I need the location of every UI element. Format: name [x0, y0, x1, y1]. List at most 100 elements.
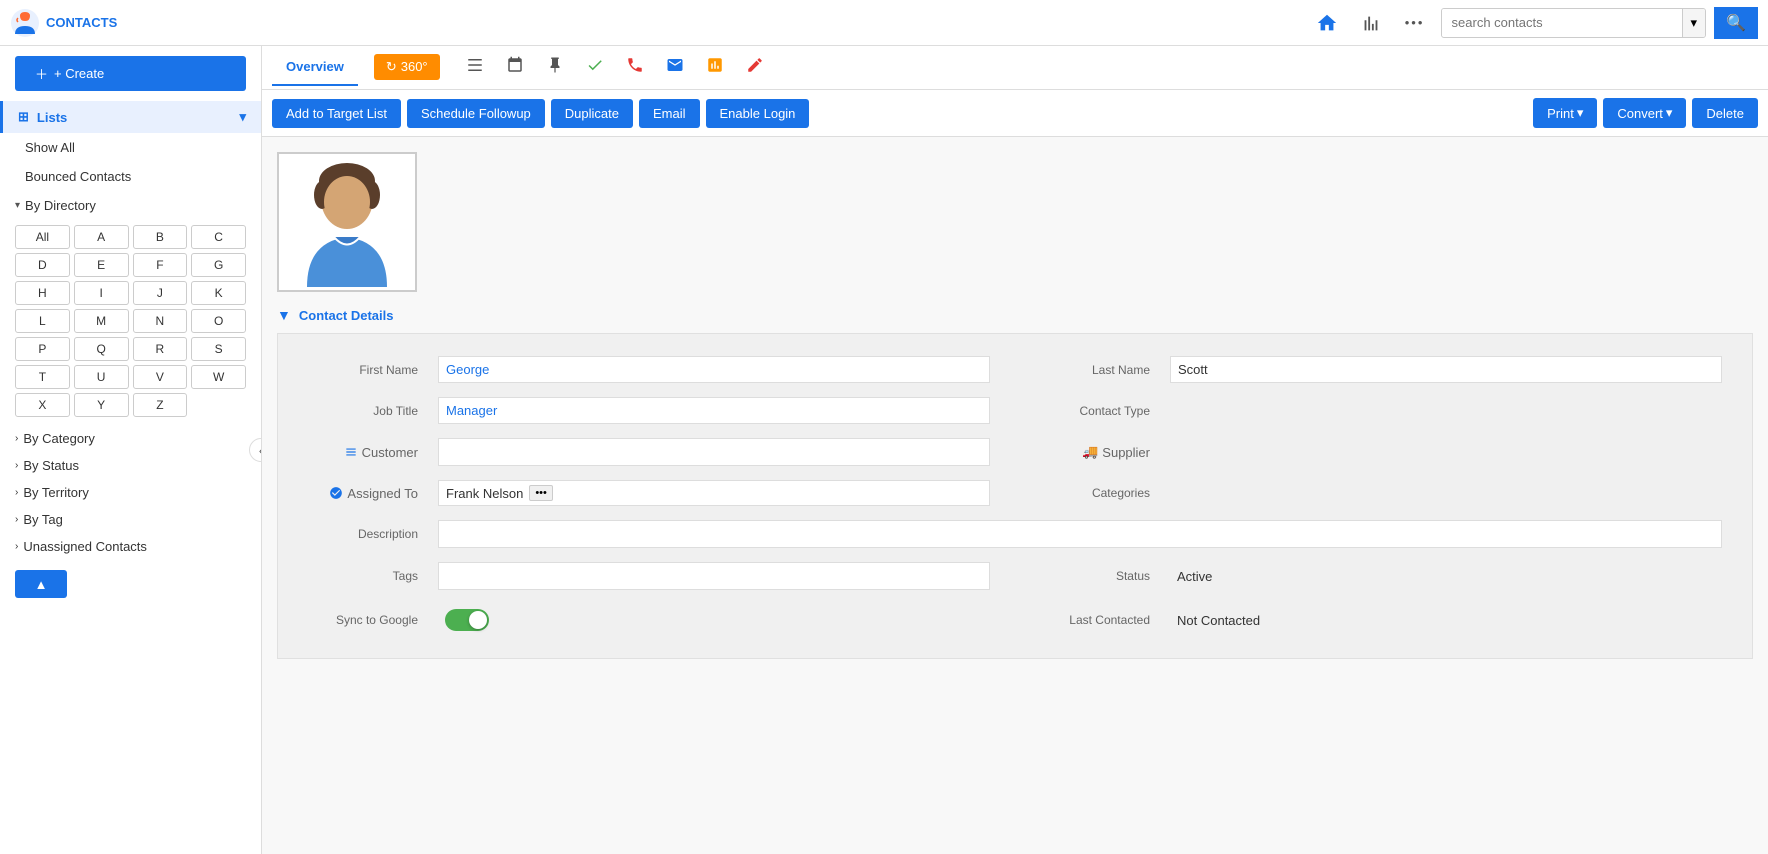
chevron-right-icon: › [15, 541, 18, 552]
dir-a[interactable]: A [74, 225, 129, 249]
sync-to-google-value[interactable] [428, 597, 1000, 643]
delete-button[interactable]: Delete [1692, 98, 1758, 128]
dir-u[interactable]: U [74, 365, 129, 389]
last-contacted-value: Not Contacted [1160, 597, 1732, 643]
chart-icon[interactable] [1353, 5, 1389, 41]
first-name-value[interactable]: George [428, 349, 1000, 390]
tab-edit-icon[interactable] [736, 50, 774, 85]
last-name-value[interactable]: Scott [1160, 349, 1732, 390]
add-to-target-button[interactable]: Add to Target List [272, 99, 401, 128]
sidebar-by-territory[interactable]: › By Territory [0, 479, 261, 506]
dir-g[interactable]: G [191, 253, 246, 277]
description-label: Description [298, 513, 428, 555]
tabs-bar: Overview ↻ 360° [262, 46, 1768, 90]
refresh-icon: ↻ [386, 59, 397, 75]
main-layout: ＋ + Create ⊞ Lists ▾ Show All Bounced Co… [0, 46, 1768, 854]
categories-label: Categories [1040, 473, 1160, 513]
dir-x[interactable]: X [15, 393, 70, 417]
search-dropdown-btn[interactable]: ▾ [1682, 9, 1706, 37]
dir-p[interactable]: P [15, 337, 70, 361]
search-input[interactable] [1442, 9, 1682, 36]
enable-login-button[interactable]: Enable Login [706, 99, 810, 128]
sidebar-unassigned-contacts[interactable]: › Unassigned Contacts [0, 533, 261, 560]
dir-h[interactable]: H [15, 281, 70, 305]
tab-overview[interactable]: Overview [272, 49, 358, 86]
tab-list-icon[interactable] [456, 50, 494, 85]
dir-y[interactable]: Y [74, 393, 129, 417]
plus-icon: ＋ [35, 64, 48, 83]
contact-type-label: Contact Type [1040, 390, 1160, 431]
status-value: Active [1160, 555, 1732, 597]
status-label: Status [1040, 555, 1160, 597]
search-button[interactable]: 🔍 [1714, 7, 1758, 39]
duplicate-button[interactable]: Duplicate [551, 99, 633, 128]
details-table: First Name George Last Name Scott [298, 349, 1732, 643]
customer-value[interactable] [428, 431, 1000, 473]
contacts-icon [10, 8, 40, 38]
sidebar: ＋ + Create ⊞ Lists ▾ Show All Bounced Co… [0, 46, 262, 854]
dir-e[interactable]: E [74, 253, 129, 277]
sidebar-item-bounced[interactable]: Bounced Contacts [0, 162, 261, 191]
dir-r[interactable]: R [133, 337, 188, 361]
sync-google-toggle[interactable] [445, 609, 489, 631]
dir-o[interactable]: O [191, 309, 246, 333]
tab-360[interactable]: ↻ 360° [360, 46, 454, 92]
dropdown-arrow-icon: ▾ [1577, 105, 1584, 121]
dir-d[interactable]: D [15, 253, 70, 277]
app-title: CONTACTS [46, 15, 117, 30]
dir-q[interactable]: Q [74, 337, 129, 361]
categories-value[interactable] [1160, 473, 1732, 513]
contact-type-value[interactable] [1160, 390, 1732, 431]
dir-b[interactable]: B [133, 225, 188, 249]
tab-pin-icon[interactable] [536, 50, 574, 85]
tags-value[interactable] [428, 555, 1000, 597]
dir-all[interactable]: All [15, 225, 70, 249]
table-row: Description [298, 513, 1732, 555]
sidebar-item-show-all[interactable]: Show All [0, 133, 261, 162]
last-contacted-label: Last Contacted [1040, 597, 1160, 643]
dir-v[interactable]: V [133, 365, 188, 389]
dir-c[interactable]: C [191, 225, 246, 249]
home-icon[interactable] [1309, 5, 1345, 41]
avatar [277, 152, 417, 292]
schedule-followup-button[interactable]: Schedule Followup [407, 99, 545, 128]
search-container: ▾ [1441, 8, 1707, 38]
convert-button[interactable]: Convert ▾ [1603, 98, 1686, 128]
tab-calendar-icon[interactable] [496, 50, 534, 85]
sidebar-by-tag[interactable]: › By Tag [0, 506, 261, 533]
dir-k[interactable]: K [191, 281, 246, 305]
dir-j[interactable]: J [133, 281, 188, 305]
dir-m[interactable]: M [74, 309, 129, 333]
dir-s[interactable]: S [191, 337, 246, 361]
tab-note-icon[interactable] [696, 50, 734, 85]
scroll-up-button[interactable]: ▲ [15, 570, 67, 598]
dir-t[interactable]: T [15, 365, 70, 389]
supplier-value[interactable] [1160, 431, 1732, 473]
tab-email-icon[interactable] [656, 50, 694, 85]
email-button[interactable]: Email [639, 99, 700, 128]
dir-n[interactable]: N [133, 309, 188, 333]
sidebar-by-status[interactable]: › By Status [0, 452, 261, 479]
description-value[interactable] [428, 513, 1732, 555]
dir-l[interactable]: L [15, 309, 70, 333]
contact-details-header[interactable]: ▼ Contact Details [277, 307, 1753, 323]
sidebar-by-category[interactable]: › By Category [0, 425, 261, 452]
by-directory-header[interactable]: ▾ By Directory [0, 191, 261, 220]
chevron-right-icon: › [15, 433, 18, 444]
create-button[interactable]: ＋ + Create [15, 56, 246, 91]
table-row: Assigned To Frank Nelson ••• Categories [298, 473, 1732, 513]
tab-checklist-icon[interactable] [576, 50, 614, 85]
print-button[interactable]: Print ▾ [1533, 98, 1597, 128]
dir-f[interactable]: F [133, 253, 188, 277]
assigned-to-value[interactable]: Frank Nelson ••• [428, 473, 1000, 513]
dir-z[interactable]: Z [133, 393, 188, 417]
avatar-image [292, 157, 402, 287]
dir-i[interactable]: I [74, 281, 129, 305]
tab-phone-icon[interactable] [616, 50, 654, 85]
dir-w[interactable]: W [191, 365, 246, 389]
assigned-to-more-btn[interactable]: ••• [529, 485, 553, 501]
sidebar-lists-section[interactable]: ⊞ Lists ▾ [0, 101, 261, 133]
supplier-label: 🚚 Supplier [1040, 431, 1160, 473]
more-icon[interactable]: ••• [1397, 5, 1433, 41]
job-title-value[interactable]: Manager [428, 390, 1000, 431]
